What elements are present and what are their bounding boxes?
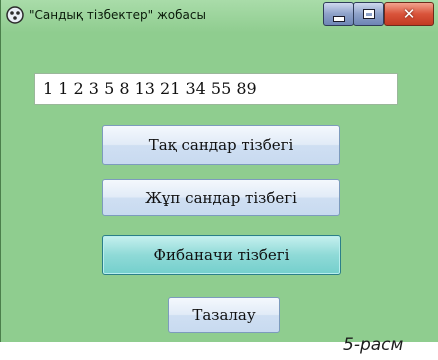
- minimize-button[interactable]: [323, 2, 354, 26]
- fibonacci-sequence-button[interactable]: Фибаначи тізбегі: [102, 235, 341, 275]
- minimize-icon: [332, 15, 345, 22]
- window-title: "Сандық тізбектер" жобасы: [29, 8, 206, 22]
- close-button[interactable]: ✕: [384, 2, 434, 26]
- odd-sequence-button[interactable]: Тақ сандар тізбегі: [102, 125, 340, 165]
- even-sequence-button[interactable]: Жұп сандар тізбегі: [102, 179, 340, 216]
- maximize-button[interactable]: [353, 2, 384, 26]
- maximize-icon: [362, 9, 375, 19]
- close-icon: ✕: [402, 4, 416, 23]
- title-bar[interactable]: "Сандық тізбектер" жобасы ✕: [1, 0, 438, 32]
- clear-button[interactable]: Тазалау: [168, 297, 280, 333]
- app-window: "Сандық тізбектер" жобасы ✕ 1 1 2 3 5 8 …: [0, 0, 438, 342]
- sequence-output-field[interactable]: 1 1 2 3 5 8 13 21 34 55 89: [34, 73, 398, 105]
- figure-caption: 5-расм: [343, 335, 404, 355]
- app-icon: [5, 5, 25, 25]
